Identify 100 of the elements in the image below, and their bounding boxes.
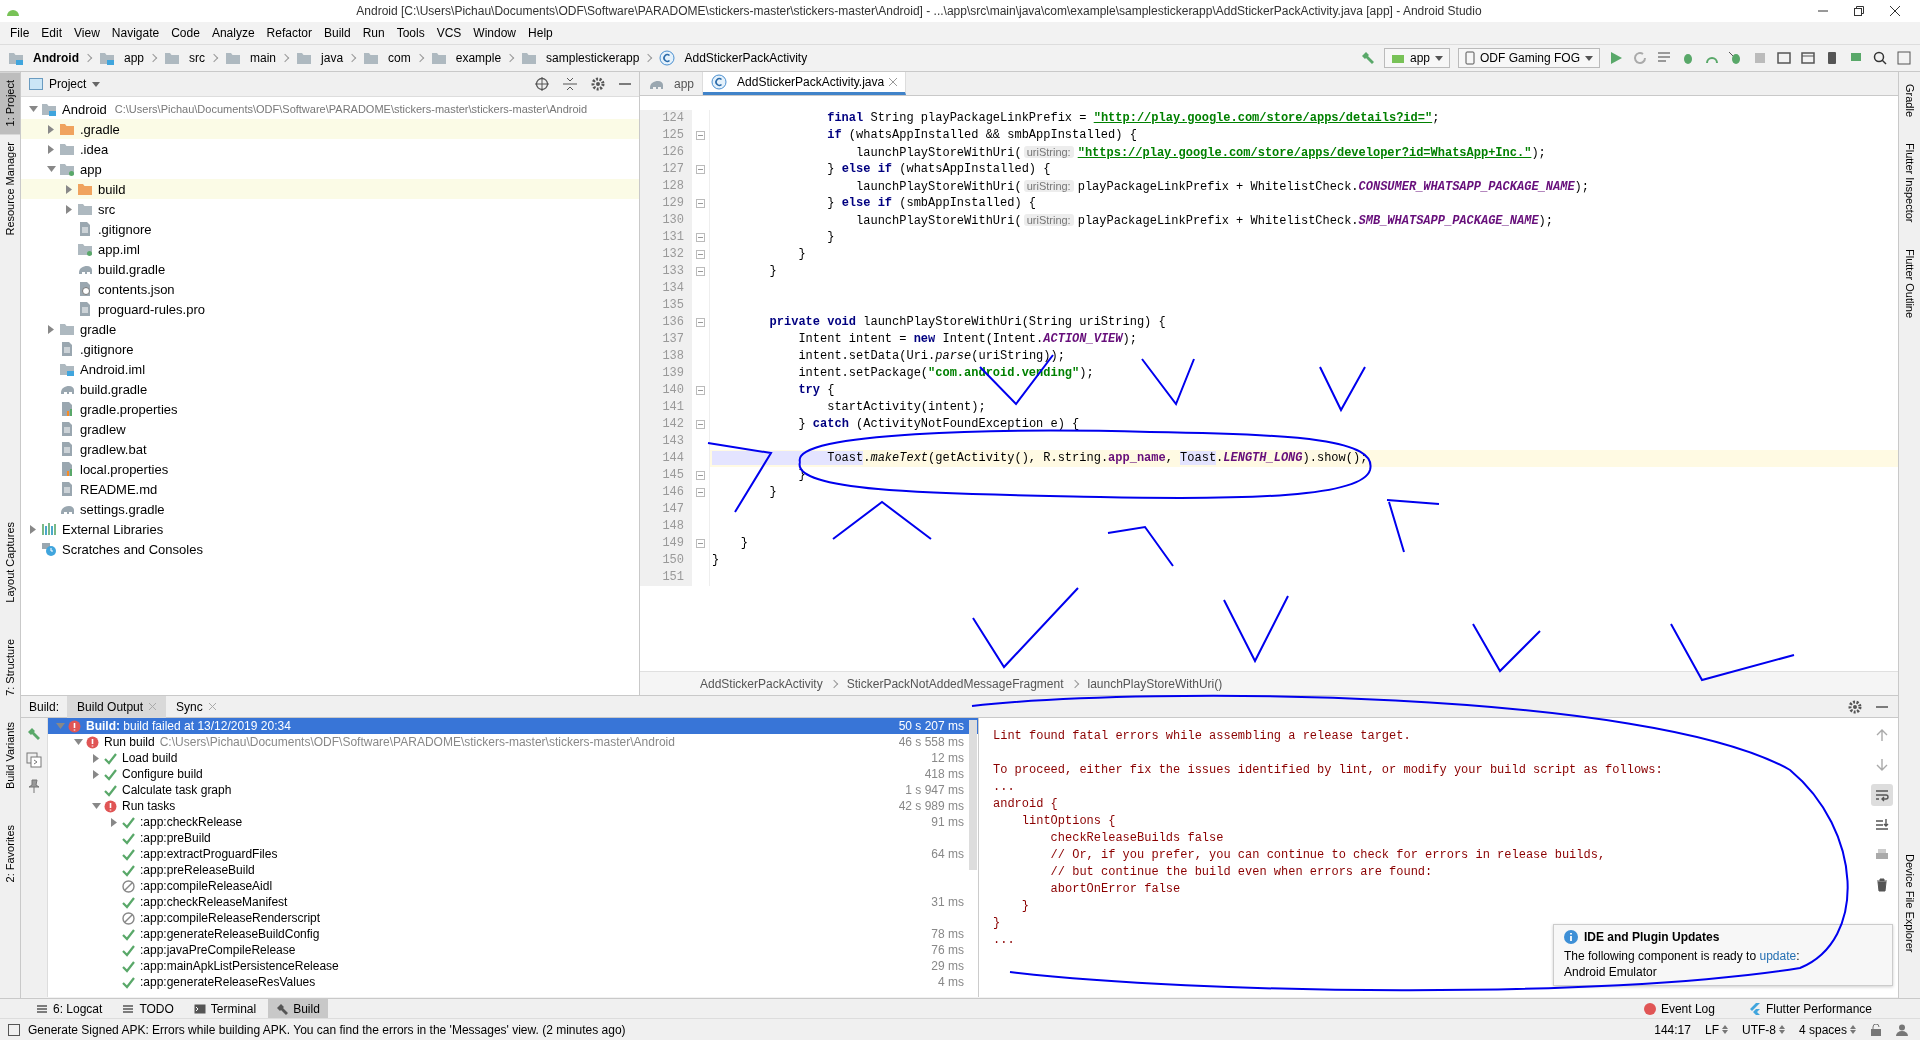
panel-tab[interactable]: Sync bbox=[166, 695, 226, 718]
tree-item[interactable]: Android.iml bbox=[21, 359, 639, 379]
build-tree-row[interactable]: :app:checkReleaseManifest 31 ms bbox=[48, 894, 978, 910]
line-separator-selector[interactable]: LF bbox=[1704, 1022, 1728, 1037]
build-tree-row[interactable]: Run tasks 42 s 989 ms bbox=[48, 798, 978, 814]
build-tree-row[interactable]: :app:compileReleaseRenderscript bbox=[48, 910, 978, 926]
fold-marker-icon[interactable] bbox=[696, 131, 705, 140]
indent-selector[interactable]: 4 spaces bbox=[1798, 1022, 1856, 1037]
restore-icon[interactable] bbox=[1854, 6, 1864, 16]
tree-item[interactable]: contents.json bbox=[21, 279, 639, 299]
expand-arrow-icon[interactable] bbox=[48, 324, 54, 334]
build-tree-row[interactable]: Calculate task graph 1 s 947 ms bbox=[48, 782, 978, 798]
panel-toggle-icon[interactable] bbox=[8, 1023, 20, 1036]
fold-marker-icon[interactable] bbox=[696, 539, 705, 548]
tool-window-button[interactable]: Terminal bbox=[185, 998, 265, 1019]
menu-item[interactable]: Tools bbox=[390, 24, 431, 42]
breadcrumb-item[interactable]: samplestickerapp bbox=[521, 50, 644, 66]
tree-item[interactable]: gradlew.bat bbox=[21, 439, 639, 459]
expand-arrow-icon[interactable] bbox=[30, 524, 36, 534]
encoding-selector[interactable]: UTF-8 bbox=[1741, 1022, 1785, 1037]
build-tree-row[interactable]: :app:mainApkListPersistenceRelease 29 ms bbox=[48, 958, 978, 974]
build-tree-row[interactable]: Run build C:\Users\Pichau\Documents\ODF\Software\PARADOME\stickers-master\stickers-master\Android 46 s 558 ms bbox=[48, 734, 978, 750]
tree-item[interactable]: gradlew bbox=[21, 419, 639, 439]
close-icon[interactable] bbox=[1890, 6, 1900, 16]
breadcrumb-item[interactable]: src bbox=[164, 50, 210, 66]
collapse-arrow-icon[interactable] bbox=[46, 166, 56, 172]
tree-item[interactable]: README.md bbox=[21, 479, 639, 499]
menu-item[interactable]: Run bbox=[356, 24, 391, 42]
breadcrumb-item[interactable]: java bbox=[296, 50, 348, 66]
tree-item[interactable]: build bbox=[21, 179, 639, 199]
tool-window-tab[interactable]: Resource Manager bbox=[0, 134, 20, 245]
tool-window-tab[interactable]: 7: Structure bbox=[0, 630, 20, 704]
fold-marker-icon[interactable] bbox=[696, 386, 705, 395]
fold-marker-icon[interactable] bbox=[696, 488, 705, 497]
tree-item[interactable]: app bbox=[21, 159, 639, 179]
breadcrumb-item[interactable]: main bbox=[225, 50, 281, 66]
fold-marker-icon[interactable] bbox=[696, 165, 705, 174]
tool-window-button[interactable]: TODO bbox=[114, 998, 182, 1019]
tree-item[interactable]: proguard-rules.pro bbox=[21, 299, 639, 319]
build-tree-row[interactable]: :app:generateReleaseBuildConfig 78 ms bbox=[48, 926, 978, 942]
collapse-all-icon[interactable] bbox=[563, 77, 577, 91]
tree-item[interactable]: .gradle bbox=[21, 119, 639, 139]
tool-window-tab[interactable]: Device File Explorer bbox=[1899, 845, 1920, 961]
run-icon[interactable] bbox=[1608, 50, 1624, 66]
build-tree-row[interactable]: :app:generateReleaseResValues 4 ms bbox=[48, 974, 978, 990]
tree-item[interactable]: local.properties bbox=[21, 459, 639, 479]
tool-window-button[interactable]: Build bbox=[268, 998, 328, 1019]
stop-icon[interactable] bbox=[1752, 50, 1768, 66]
panel-tab[interactable]: Build Output bbox=[67, 695, 167, 718]
tool-window-button[interactable]: Event Log bbox=[1635, 998, 1723, 1019]
breadcrumb-item[interactable]: app bbox=[99, 50, 149, 66]
scroll-to-end-icon[interactable] bbox=[1875, 818, 1889, 832]
build-tree-row[interactable]: Load build 12 ms bbox=[48, 750, 978, 766]
fold-marker-icon[interactable] bbox=[696, 318, 705, 327]
tree-item[interactable]: .gitignore bbox=[21, 339, 639, 359]
tool-window-tab[interactable]: Flutter Outline bbox=[1899, 240, 1920, 326]
trash-icon[interactable] bbox=[1875, 878, 1889, 892]
tree-item[interactable]: External Libraries bbox=[21, 519, 639, 539]
fold-marker-icon[interactable] bbox=[696, 420, 705, 429]
tool-window-tab[interactable]: Gradle bbox=[1899, 76, 1920, 126]
editor-tab[interactable]: AddStickerPackActivity.java bbox=[703, 72, 907, 95]
up-arrow-icon[interactable] bbox=[1875, 728, 1889, 742]
search-icon[interactable] bbox=[1872, 50, 1888, 66]
tool-window-tab[interactable]: Build Variants bbox=[0, 713, 20, 797]
hammer-icon[interactable] bbox=[26, 726, 42, 742]
fold-marker-icon[interactable] bbox=[696, 233, 705, 242]
tool-window-button[interactable]: 6: Logcat bbox=[28, 998, 111, 1019]
tool-window-tab[interactable]: Flutter Inspector bbox=[1899, 135, 1920, 231]
tree-item[interactable]: Scratches and Consoles bbox=[21, 539, 639, 559]
print-icon[interactable] bbox=[1875, 848, 1889, 862]
menu-item[interactable]: VCS bbox=[430, 24, 468, 42]
locate-icon[interactable] bbox=[535, 77, 549, 91]
tree-item[interactable]: build.gradle bbox=[21, 379, 639, 399]
tree-item[interactable]: build.gradle bbox=[21, 259, 639, 279]
tool-window-tab[interactable]: 1: Project bbox=[0, 72, 20, 135]
cursor-position[interactable]: 144:17 bbox=[1654, 1022, 1691, 1037]
tree-item[interactable]: gradle bbox=[21, 319, 639, 339]
scrollbar[interactable] bbox=[969, 720, 977, 870]
fold-marker-icon[interactable] bbox=[696, 471, 705, 480]
breadcrumb-item[interactable]: Android bbox=[8, 50, 83, 66]
build-tree-row[interactable]: :app:javaPreCompileRelease 76 ms bbox=[48, 942, 978, 958]
build-tree-row[interactable]: Build: build failed at 13/12/2019 20:34 50 s 207 ms bbox=[48, 718, 978, 734]
settings-icon[interactable] bbox=[1848, 699, 1862, 714]
soft-wrap-icon[interactable] bbox=[1875, 788, 1889, 802]
breadcrumb-item[interactable]: example bbox=[430, 50, 506, 66]
menu-item[interactable]: Build bbox=[317, 24, 357, 42]
project-view-dropdown[interactable]: Project bbox=[29, 77, 101, 91]
console-icon[interactable] bbox=[26, 752, 42, 768]
tree-item[interactable]: app.iml bbox=[21, 239, 639, 259]
breadcrumb-item[interactable]: com bbox=[363, 50, 415, 66]
menu-item[interactable]: File bbox=[4, 24, 36, 42]
build-tree-row[interactable]: :app:preReleaseBuild bbox=[48, 862, 978, 878]
tool-window-button[interactable]: Flutter Performance bbox=[1740, 998, 1880, 1019]
tree-item[interactable]: settings.gradle bbox=[21, 499, 639, 519]
tree-item[interactable]: .gitignore bbox=[21, 219, 639, 239]
person-icon[interactable] bbox=[1896, 1023, 1908, 1036]
fold-marker-icon[interactable] bbox=[696, 199, 705, 208]
collapse-arrow-icon[interactable] bbox=[28, 106, 38, 112]
module-dropdown[interactable]: app bbox=[1383, 48, 1450, 68]
fold-marker-icon[interactable] bbox=[696, 250, 705, 259]
